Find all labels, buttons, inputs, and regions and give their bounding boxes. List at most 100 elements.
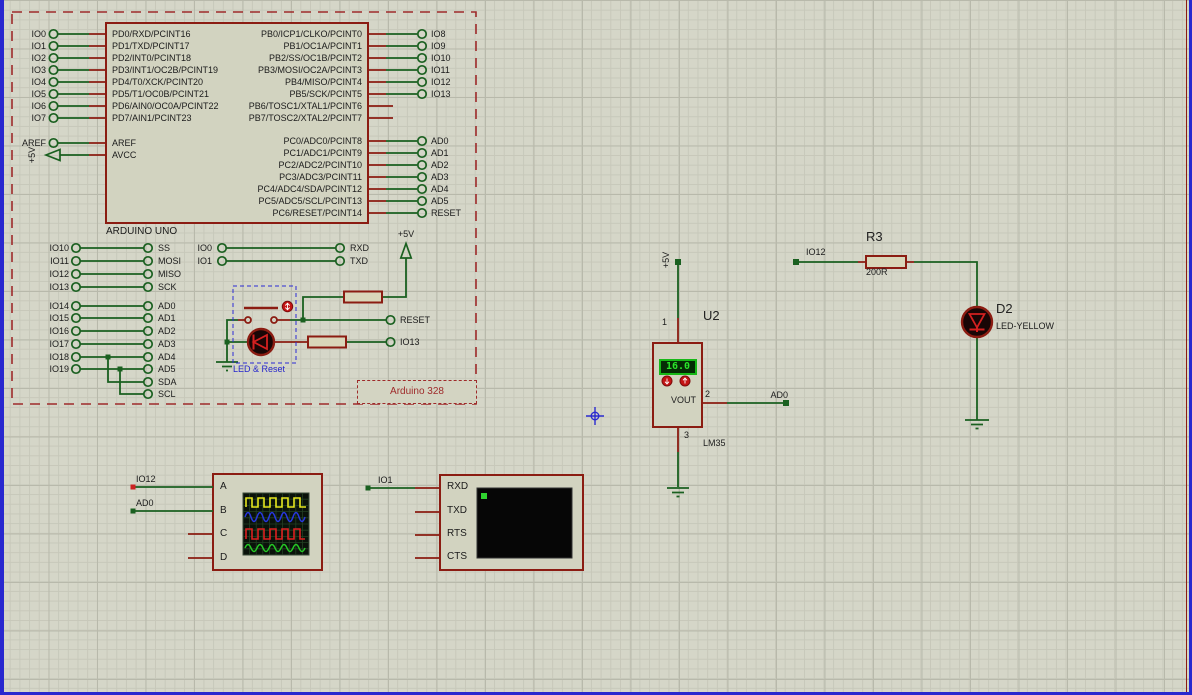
arduino-uno-chip[interactable] [43, 22, 428, 224]
plus5v-power-arrow [399, 240, 413, 259]
net-label: IO12 [806, 247, 826, 257]
lm35-sensor[interactable] [652, 259, 789, 498]
terminal-label: RESET [400, 315, 431, 325]
module-name: Arduino 328 [390, 386, 444, 397]
terminal-pin-label: RTS [447, 528, 467, 539]
lm35-increase-button[interactable] [679, 375, 691, 387]
terminal-label: IO0 [31, 29, 46, 39]
terminal-label: AD4 [158, 352, 176, 362]
scope-channel-label: B [220, 505, 227, 516]
schematic-canvas[interactable]: IO0 IO1 IO2 IO3 IO4 IO5 IO6 IO7 PD0/RXD/… [0, 0, 1192, 695]
pin-name: PD5/T1/OC0B/PCINT21 [112, 89, 210, 99]
power-node [675, 259, 681, 265]
terminal-label: IO9 [431, 41, 446, 51]
lm35-display-value: 16.0 [665, 361, 691, 372]
power-label: +5V [397, 229, 415, 239]
net-node [365, 485, 371, 491]
pushbutton-actuation-marker[interactable] [281, 300, 294, 313]
pin-name: PD3/INT1/OC2B/PCINT19 [112, 65, 219, 75]
junction-dot [224, 339, 230, 345]
terminal-label: IO0 [197, 243, 212, 253]
pin-name: PD4/T0/XCK/PCINT20 [112, 77, 204, 87]
pin-name: PD6/AIN0/OC0A/PCINT22 [112, 101, 219, 111]
net-label: IO12 [136, 474, 156, 484]
led-series-resistor[interactable] [307, 335, 347, 349]
pin-name: PC0/ADC0/PCINT8 [283, 136, 362, 146]
onboard-led[interactable] [246, 327, 276, 357]
net-node [783, 400, 789, 406]
terminal-label: AD0 [431, 136, 449, 146]
net-label: AD0 [770, 390, 788, 400]
terminal-label: IO8 [431, 29, 446, 39]
terminal-label: IO14 [49, 301, 69, 311]
part-reference[interactable]: D2 [996, 302, 1013, 316]
pushbutton-contact[interactable] [244, 316, 252, 324]
reset-terminal[interactable] [385, 314, 396, 326]
io13-terminal[interactable] [385, 336, 396, 348]
scope-channel-label: C [220, 528, 228, 539]
pin-name: AREF [112, 138, 137, 148]
pin-name: PD1/TXD/PCINT17 [112, 41, 190, 51]
led-yellow-branch[interactable] [793, 255, 994, 430]
terminal-label: AD1 [158, 313, 176, 323]
terminal-label: IO6 [31, 101, 46, 111]
origin-crosshair-icon [586, 407, 604, 425]
terminal-label: IO10 [431, 53, 451, 63]
terminal-label: IO12 [49, 269, 69, 279]
terminal-label: IO12 [431, 77, 451, 87]
terminal-label: AD5 [158, 364, 176, 374]
terminal-label: IO5 [31, 89, 46, 99]
terminal-label: AD2 [431, 160, 449, 170]
terminal-cursor [481, 493, 487, 499]
terminal-label: IO13 [400, 337, 420, 347]
part-value: 200R [866, 267, 888, 277]
junction-dot [300, 317, 306, 323]
terminal-pin-label: CTS [447, 551, 467, 562]
part-reference[interactable]: R3 [866, 230, 883, 244]
module-name-box[interactable]: Arduino 328 [357, 380, 477, 404]
led-d2[interactable] [960, 305, 994, 339]
pin-number: 3 [684, 430, 690, 440]
pin-name: PD0/RXD/PCINT16 [112, 29, 191, 39]
reset-pullup-resistor[interactable] [343, 290, 383, 304]
terminal-label: MOSI [158, 256, 182, 266]
terminal-label: IO3 [31, 65, 46, 75]
pin-name: PD2/INT0/PCINT18 [112, 53, 192, 63]
terminal-label: IO4 [31, 77, 46, 87]
pin-name: PB0/ICP1/CLKO/PCINT0 [260, 29, 362, 39]
selection-caption: LED & Reset [233, 364, 286, 374]
terminal-label: MISO [158, 269, 182, 279]
terminal-label: SS [158, 243, 171, 253]
chip-caption: ARDUINO UNO [106, 226, 178, 237]
terminal-screen [476, 487, 573, 559]
pin-name: PC6/RESET/PCINT14 [272, 208, 362, 218]
terminal-label: RXD [350, 243, 370, 253]
junction-dot [105, 354, 111, 360]
pushbutton-contact[interactable] [270, 316, 278, 324]
terminal-label: IO1 [197, 256, 212, 266]
virtual-terminal[interactable] [365, 474, 584, 571]
terminal-label: SCK [158, 282, 177, 292]
terminal-label: AD0 [158, 301, 176, 311]
net-label: IO1 [378, 475, 393, 485]
lm35-decrease-button[interactable] [661, 375, 673, 387]
ground-symbol [965, 419, 989, 430]
pin-name: PB5/SCK/PCINT5 [289, 89, 362, 99]
terminal-label: AD5 [431, 196, 449, 206]
pin-name: PB1/OC1A/PCINT1 [283, 41, 362, 51]
terminal-label: IO18 [49, 352, 69, 362]
led-reset-circuit[interactable] [216, 240, 413, 372]
pin-number: 2 [705, 389, 711, 399]
pin-name: PC5/ADC5/SCL/PCINT13 [258, 196, 362, 206]
terminal-label: IO13 [431, 89, 451, 99]
part-value: LM35 [703, 438, 726, 448]
terminal-pin-label: TXD [447, 505, 467, 516]
terminal-label: IO13 [49, 282, 69, 292]
part-reference[interactable]: U2 [703, 309, 720, 323]
pin-name: PC2/ADC2/PCINT10 [278, 160, 362, 170]
lm35-body[interactable] [652, 342, 703, 428]
power-label: +5V [27, 146, 37, 164]
scope-channel-label: A [220, 481, 227, 492]
terminal-label: SCL [158, 389, 176, 399]
pin-name: PC3/ADC3/PCINT11 [279, 172, 362, 182]
